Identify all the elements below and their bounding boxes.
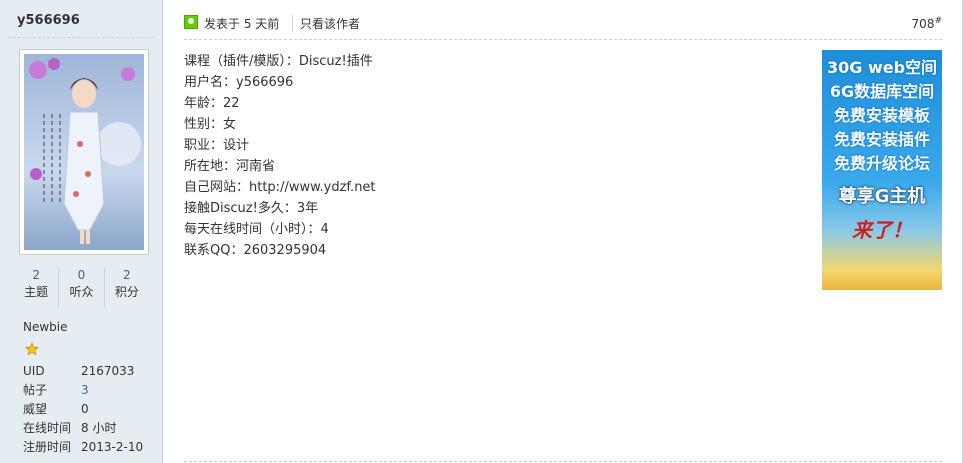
stat-label: 主题 — [24, 285, 49, 299]
floor-value[interactable]: 708 — [912, 17, 935, 31]
star-icon — [25, 342, 39, 356]
detail-row-posts: 帖子 3 — [23, 381, 158, 400]
detail-row-online-time: 在线时间 8 小时 — [23, 419, 158, 438]
ad-line: 免费安装插件 — [833, 130, 930, 149]
detail-value: 2167033 — [81, 364, 135, 378]
stat-value[interactable]: 2 — [105, 267, 149, 284]
online-status-icon — [184, 15, 198, 29]
author-details: UID 2167033 帖子 3 威望 0 在线时间 8 小时 注册时间 201… — [23, 362, 158, 457]
content-line: 接触Discuz!多久：3年 — [184, 201, 319, 216]
stat-points[interactable]: 2 积分 — [105, 267, 149, 307]
avatar-image — [24, 54, 144, 250]
hosting-ad-banner[interactable]: 30G web空间 6G数据库空间 免费安装模板 免费安装插件 免费升级论坛 尊… — [822, 50, 942, 290]
author-sidebar: y566696 2 主题 0 听众 2 积分 Newbie UID 216703… — [0, 0, 163, 463]
user-rank[interactable]: Newbie — [23, 320, 68, 334]
stat-label: 积分 — [114, 285, 139, 299]
content-line: 自己网站：http://www.ydzf.net — [184, 180, 376, 195]
content-line: 联系QQ：2603295904 — [184, 243, 327, 258]
detail-key: 帖子 — [23, 383, 48, 397]
author-stats: 2 主题 0 听众 2 积分 — [14, 267, 149, 307]
author-name[interactable]: y566696 — [17, 13, 80, 28]
detail-value: 8 小时 — [81, 421, 117, 435]
content-line: 每天在线时间（小时）：4 — [184, 222, 329, 237]
post-header: 发表于 5 天前 只看该作者 708# — [184, 13, 942, 33]
stat-topics[interactable]: 2 主题 — [14, 267, 60, 307]
divider — [8, 37, 154, 38]
content-line: 所在地：河南省 — [184, 159, 276, 174]
ad-line: 免费升级论坛 — [833, 154, 930, 173]
detail-key: 注册时间 — [23, 440, 72, 454]
detail-key: UID — [23, 364, 45, 378]
ad-line: 6G数据库空间 — [829, 82, 935, 101]
post-main: 发表于 5 天前 只看该作者 708# 课程（插件/模版）：Discuz!插件 … — [184, 0, 942, 463]
divider — [184, 461, 942, 462]
detail-row-uid: UID 2167033 — [23, 362, 158, 381]
stat-label: 听众 — [69, 285, 94, 299]
post-time: 发表于 5 天前 — [204, 17, 280, 31]
stat-value[interactable]: 2 — [14, 267, 58, 284]
ad-headline: 尊享G主机 — [838, 186, 926, 207]
detail-row-registered: 注册时间 2013-2-10 — [23, 438, 158, 457]
detail-value: 0 — [81, 402, 89, 416]
content-line: 用户名：y566696 — [184, 75, 294, 90]
content-line: 课程（插件/模版）：Discuz!插件 — [184, 54, 373, 69]
only-author-link[interactable]: 只看该作者 — [292, 15, 360, 32]
stat-value[interactable]: 0 — [59, 267, 103, 284]
avatar[interactable] — [19, 49, 149, 255]
floor-suffix: # — [934, 16, 942, 26]
detail-key: 在线时间 — [23, 421, 72, 435]
detail-value: 2013-2-10 — [81, 440, 144, 454]
post-content: 课程（插件/模版）：Discuz!插件 用户名：y566696 年龄：22 性别… — [184, 51, 376, 261]
detail-row-prestige: 威望 0 — [23, 400, 158, 419]
content-line: 性别：女 — [184, 117, 237, 132]
ad-line: 免费安装模板 — [833, 106, 930, 125]
divider — [184, 39, 942, 40]
detail-value[interactable]: 3 — [81, 381, 89, 400]
stat-followers[interactable]: 0 听众 — [59, 267, 105, 307]
ad-tagline: 来了！ — [852, 218, 912, 242]
ad-line: 30G web空间 — [826, 58, 938, 77]
content-line: 职业：设计 — [184, 138, 250, 153]
floor-number[interactable]: 708# — [912, 16, 942, 31]
detail-key: 威望 — [23, 402, 48, 416]
content-line: 年龄：22 — [184, 96, 240, 111]
